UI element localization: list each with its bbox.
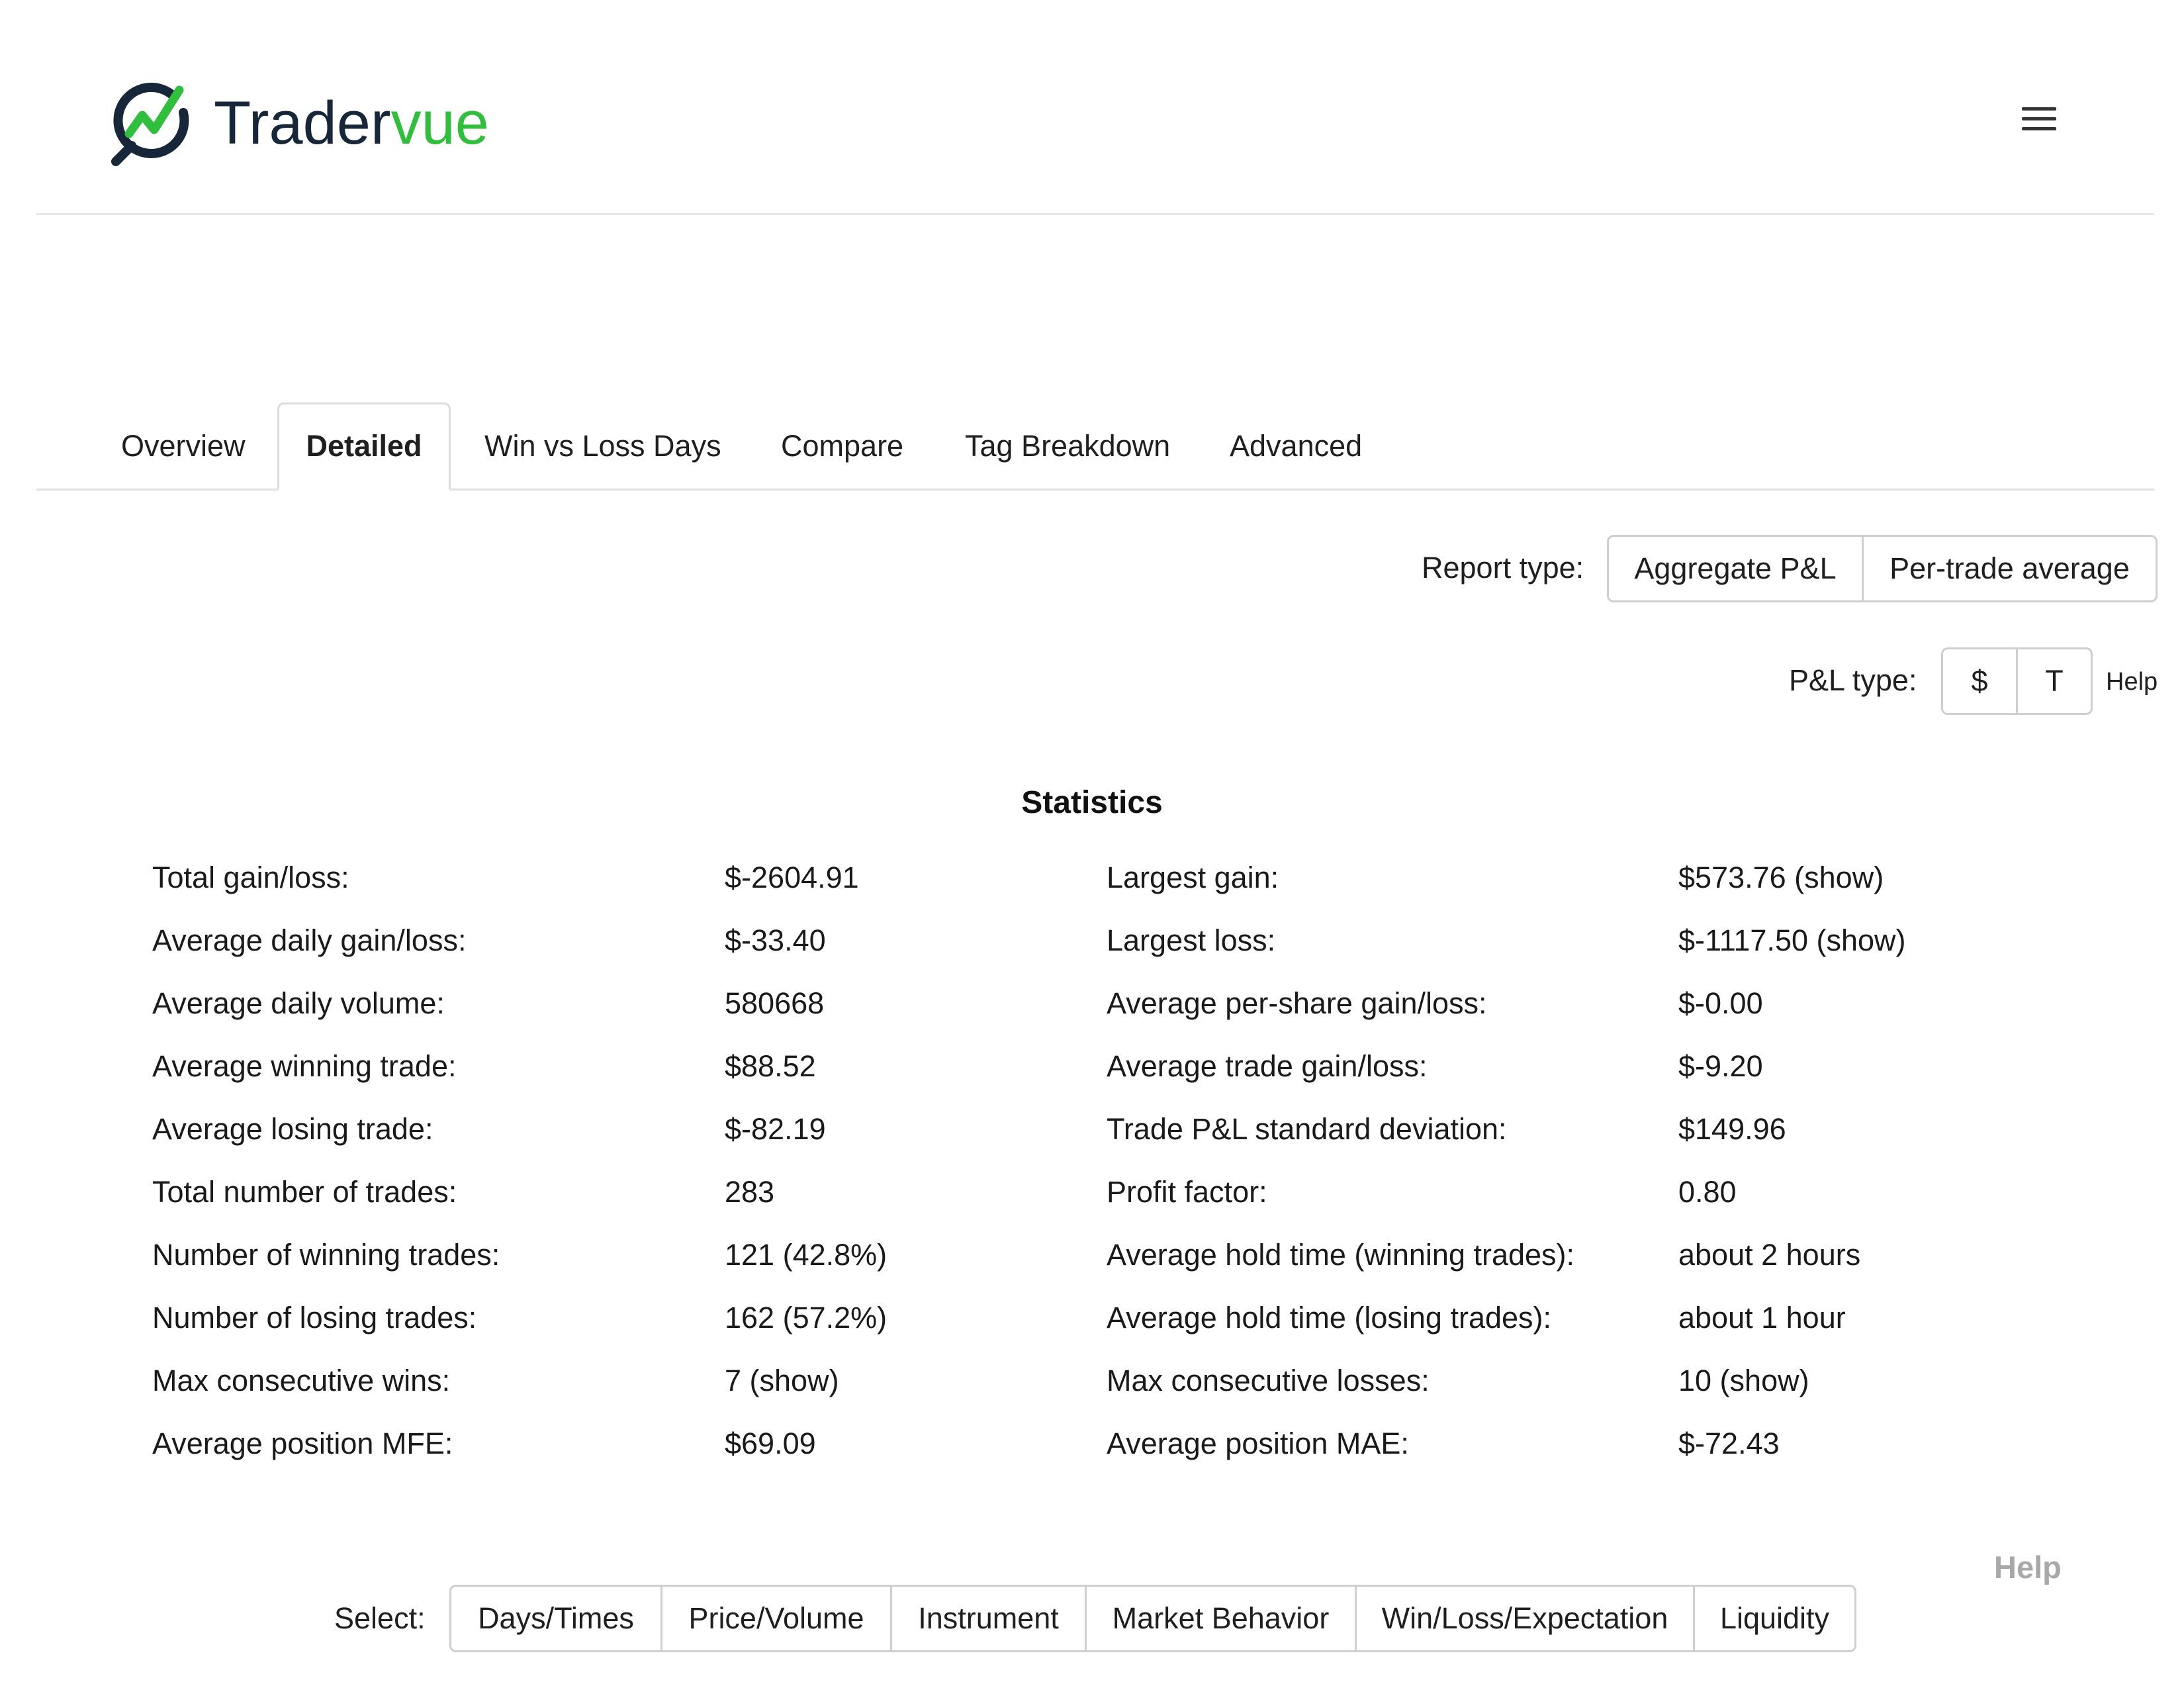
stat-label: Largest gain: (1107, 861, 1279, 894)
stat-label: Trade P&L standard deviation: (1107, 1112, 1507, 1146)
stat-value: $-82.19 (725, 1112, 826, 1146)
stat-value: 162 (57.2%) (725, 1301, 887, 1335)
pl-type-label: P&L type: (1789, 663, 1917, 697)
stat-label: Profit factor: (1107, 1175, 1267, 1209)
stat-row: Max consecutive wins: 7 (show) Max conse… (0, 1364, 2184, 1427)
stat-label: Max consecutive losses: (1107, 1364, 1430, 1397)
logo-wordmark: Tradervue (214, 93, 489, 154)
stat-label: Average winning trade: (152, 1049, 457, 1083)
select-win-loss-expectation-button[interactable]: Win/Loss/Expectation (1357, 1587, 1695, 1650)
select-price-volume-button[interactable]: Price/Volume (662, 1587, 892, 1650)
menu-icon[interactable] (2022, 105, 2056, 134)
stat-label: Average trade gain/loss: (1107, 1049, 1428, 1083)
stat-row: Average losing trade: $-82.19 Trade P&L … (0, 1112, 2184, 1175)
tab-detailed[interactable]: Detailed (277, 402, 451, 491)
stat-label: Largest loss: (1107, 923, 1276, 957)
stat-label: Average position MAE: (1107, 1427, 1409, 1460)
help-link[interactable]: Help (1994, 1549, 2062, 1585)
stat-row: Total number of trades: 283 Profit facto… (0, 1175, 2184, 1238)
stat-value[interactable]: 10 (show) (1678, 1364, 1809, 1398)
stat-label: Average hold time (losing trades): (1107, 1301, 1552, 1335)
stat-value: 580668 (725, 986, 825, 1020)
statistics-title: Statistics (1021, 785, 1163, 820)
stat-value: 121 (42.8%) (725, 1238, 887, 1272)
select-toggle: Days/Times Price/Volume Instrument Marke… (449, 1585, 1856, 1652)
tab-tag-breakdown[interactable]: Tag Breakdown (965, 402, 1170, 489)
stat-value: $-0.00 (1678, 986, 1763, 1020)
logo-text-trader: Trader (214, 89, 391, 157)
tab-advanced[interactable]: Advanced (1230, 402, 1362, 489)
pl-type-toggle: $ T (1941, 647, 2093, 715)
stat-row: Number of losing trades: 162 (57.2%) Ave… (0, 1301, 2184, 1364)
stat-label: Max consecutive wins: (152, 1364, 451, 1397)
report-type-label: Report type: (1422, 551, 1584, 585)
tab-win-vs-loss-days[interactable]: Win vs Loss Days (484, 402, 721, 489)
logo-mark-icon (111, 82, 189, 166)
page: Tradervue Overview Detailed Win vs Loss … (0, 0, 2184, 1688)
stat-value: about 2 hours (1678, 1238, 1861, 1272)
stat-value: 283 (725, 1175, 775, 1209)
stat-value: $-33.40 (725, 923, 826, 957)
select-label: Select: (334, 1601, 426, 1635)
stat-value: $-72.43 (1678, 1427, 1780, 1460)
pl-type-t-button[interactable]: T (2018, 649, 2091, 713)
select-liquidity-button[interactable]: Liquidity (1695, 1587, 1854, 1650)
tab-compare[interactable]: Compare (781, 402, 903, 489)
stat-value: $-2604.91 (725, 861, 859, 894)
stat-value: $149.96 (1678, 1112, 1786, 1146)
stat-value: $-9.20 (1678, 1049, 1763, 1083)
report-type-toggle: Aggregate P&L Per-trade average (1607, 535, 2158, 602)
stat-value[interactable]: $573.76 (show) (1678, 861, 1884, 895)
stat-value[interactable]: 7 (show) (725, 1364, 839, 1398)
select-market-behavior-button[interactable]: Market Behavior (1087, 1587, 1357, 1650)
stat-row: Average position MFE: $69.09 Average pos… (0, 1427, 2184, 1489)
header: Tradervue (36, 0, 2154, 215)
stat-row: Average daily volume: 580668 Average per… (0, 986, 2184, 1049)
pl-type-dollar-button[interactable]: $ (1943, 649, 2018, 713)
stat-label: Average position MFE: (152, 1427, 453, 1460)
pl-type-help-link[interactable]: Help (2106, 668, 2158, 696)
tradervue-logo[interactable]: Tradervue (107, 78, 489, 168)
stat-row: Average daily gain/loss: $-33.40 Largest… (0, 923, 2184, 986)
stat-label: Number of winning trades: (152, 1238, 500, 1272)
tab-overview[interactable]: Overview (121, 402, 246, 489)
per-trade-average-button[interactable]: Per-trade average (1864, 537, 2156, 600)
stat-value: 0.80 (1678, 1175, 1737, 1209)
statistics-table: Total gain/loss: $-2604.91 Largest gain:… (0, 861, 2184, 1489)
report-tabs: Overview Detailed Win vs Loss Days Compa… (36, 402, 2154, 491)
aggregate-pl-button[interactable]: Aggregate P&L (1609, 537, 1864, 600)
select-instrument-button[interactable]: Instrument (892, 1587, 1087, 1650)
stat-value: about 1 hour (1678, 1301, 1846, 1335)
stat-value: $88.52 (725, 1049, 816, 1083)
select-days-times-button[interactable]: Days/Times (451, 1587, 662, 1650)
stat-label: Average daily gain/loss: (152, 923, 467, 957)
stat-label: Average daily volume: (152, 986, 445, 1020)
stat-value[interactable]: $-1117.50 (show) (1678, 923, 1906, 958)
stat-label: Average per-share gain/loss: (1107, 986, 1487, 1020)
stat-label: Average losing trade: (152, 1112, 433, 1146)
logo-text-vue: vue (390, 89, 489, 157)
stat-label: Number of losing trades: (152, 1301, 477, 1335)
stat-label: Total number of trades: (152, 1175, 457, 1209)
stat-label: Average hold time (winning trades): (1107, 1238, 1575, 1272)
stat-row: Average winning trade: $88.52 Average tr… (0, 1049, 2184, 1112)
stat-label: Total gain/loss: (152, 861, 349, 894)
stat-row: Total gain/loss: $-2604.91 Largest gain:… (0, 861, 2184, 923)
stat-value: $69.09 (725, 1427, 816, 1460)
stat-row: Number of winning trades: 121 (42.8%) Av… (0, 1238, 2184, 1301)
